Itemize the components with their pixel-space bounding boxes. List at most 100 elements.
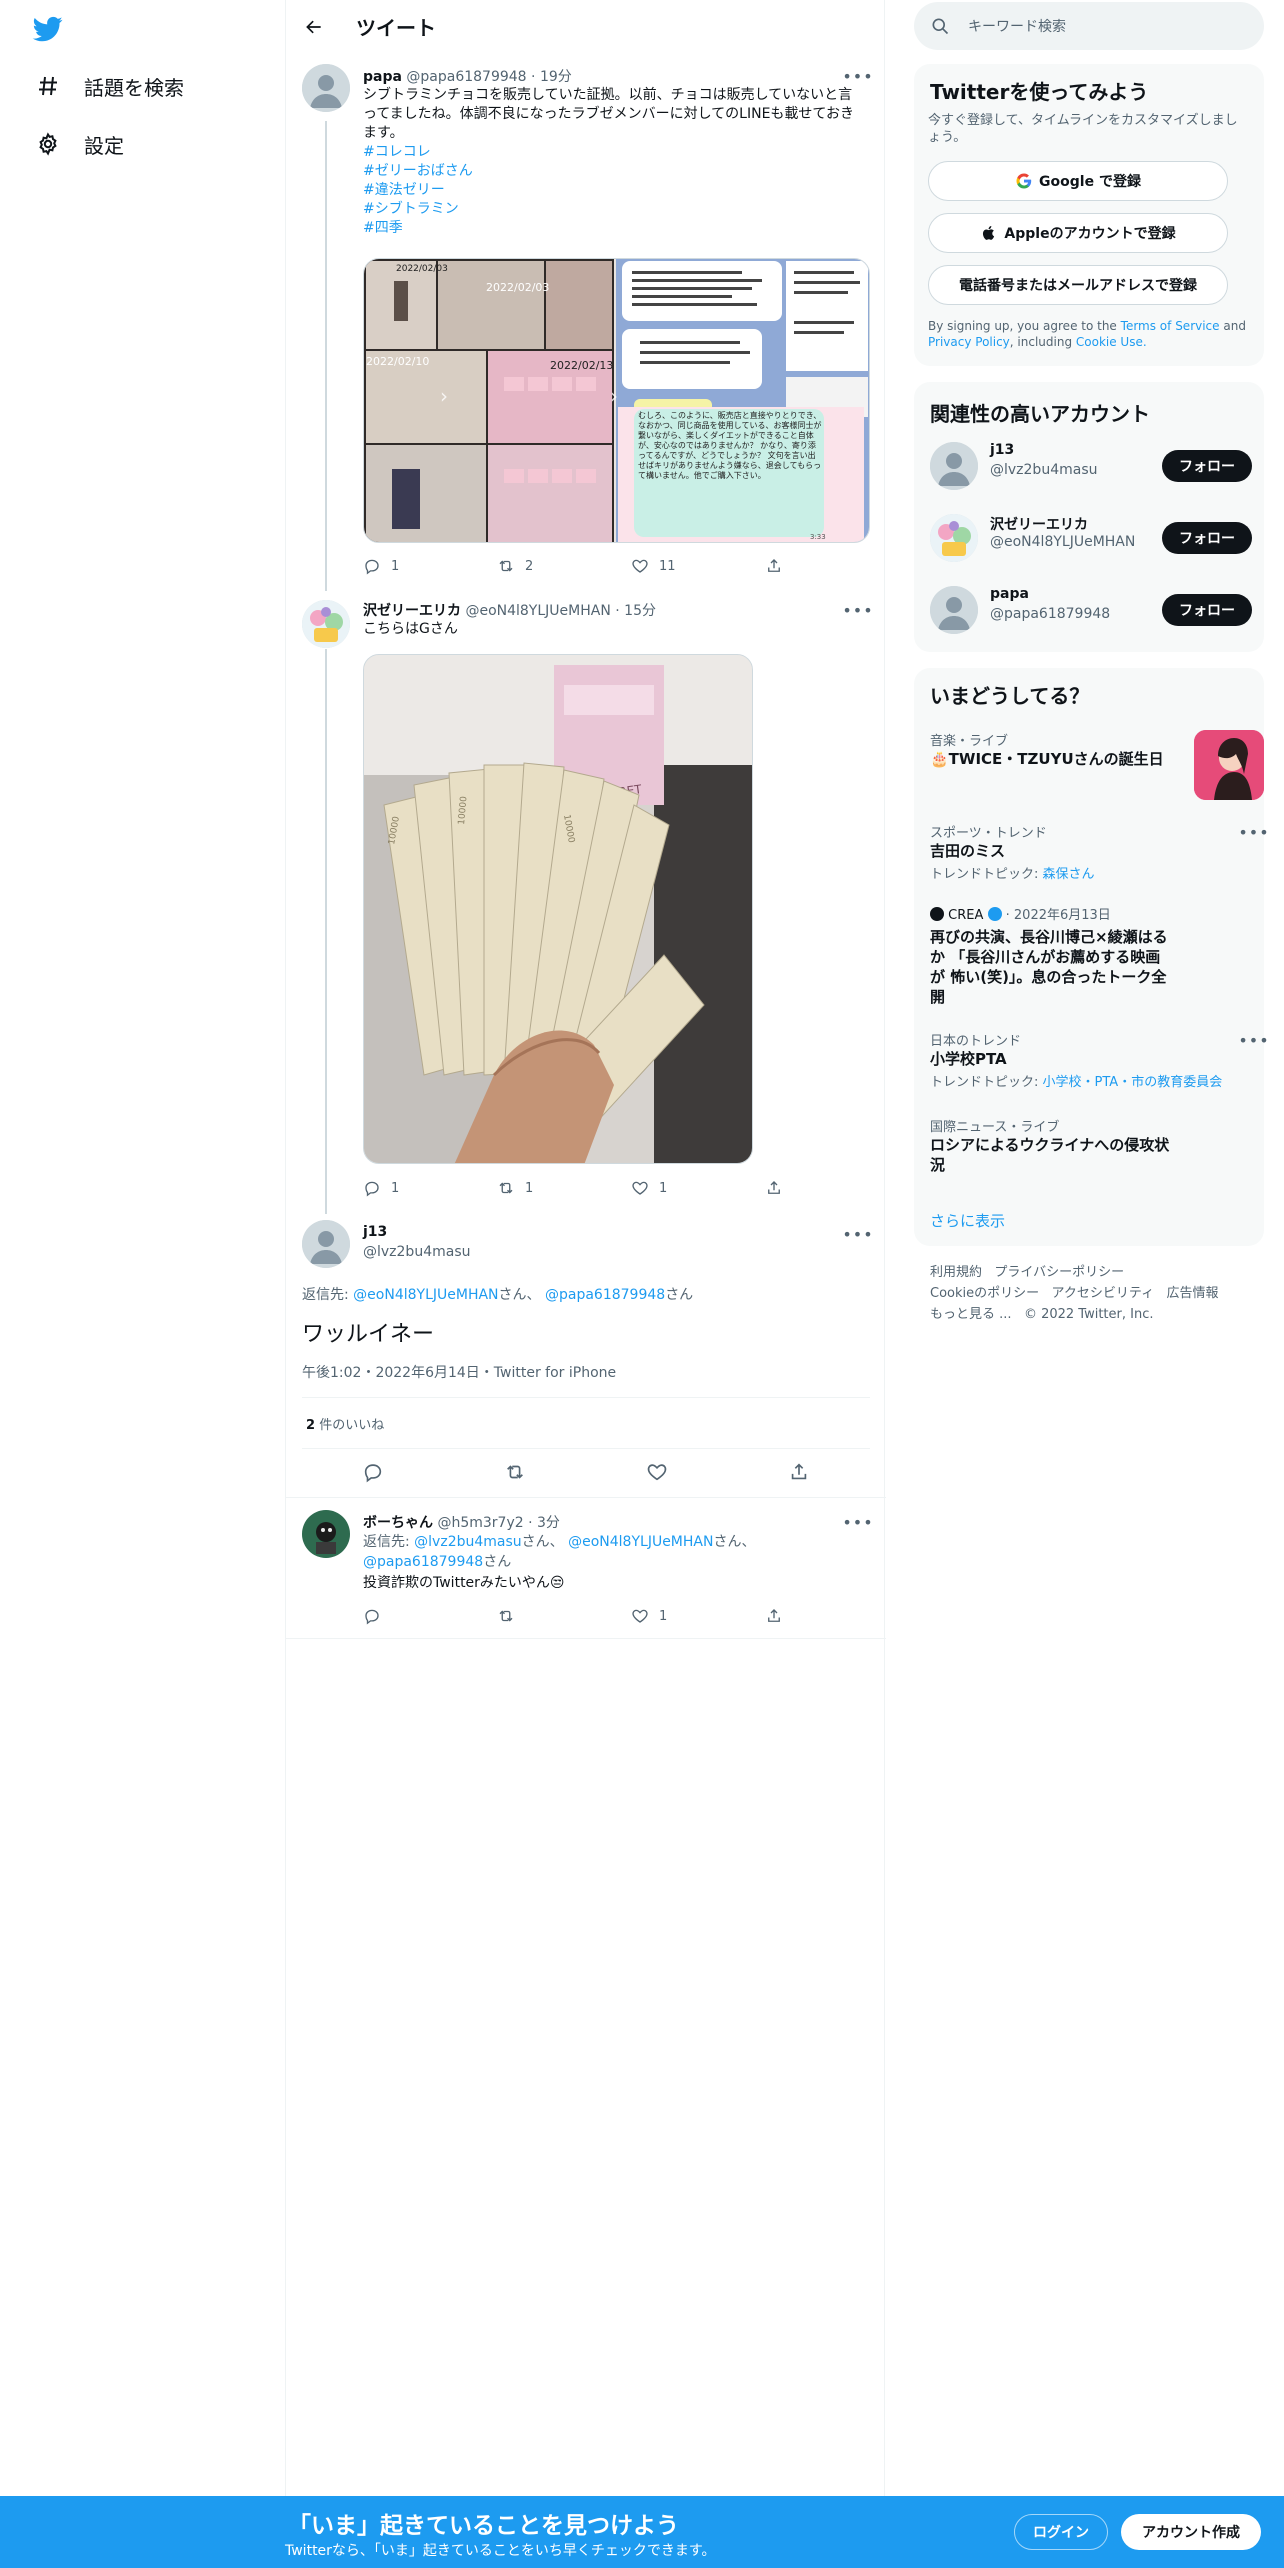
share-icon[interactable]: [788, 1461, 810, 1487]
privacy-link[interactable]: Privacy Policy: [928, 335, 1010, 349]
footer-cookie-link[interactable]: Cookieのポリシー: [930, 1286, 1039, 1301]
trend-topic-link[interactable]: 小学校・PTA・市の教育委員会: [1043, 1075, 1223, 1090]
avatar[interactable]: [930, 586, 978, 634]
author-handle[interactable]: @papa61879948: [406, 69, 526, 85]
author-name[interactable]: papa: [363, 69, 402, 85]
avatar[interactable]: [302, 64, 350, 112]
heart-icon[interactable]: [646, 1461, 668, 1487]
hashtag-link[interactable]: #違法ゼリー: [363, 181, 863, 200]
hashtag-link[interactable]: #四季: [363, 219, 863, 238]
more-options-icon[interactable]: •••: [842, 1512, 872, 1532]
retweet-icon: [499, 1610, 513, 1622]
trend-news-item[interactable]: CREA · 2022年6月13日 再びの共演、長谷川博己×綾瀬はるか 「長谷川…: [930, 904, 1250, 1007]
more-options-icon[interactable]: •••: [1238, 822, 1268, 842]
terms-link[interactable]: Terms of Service: [1121, 319, 1220, 333]
retweet-icon[interactable]: [504, 1461, 526, 1487]
trend-item[interactable]: スポーツ・トレンド 吉田のミス トレンドトピック: 森保さん •••: [930, 822, 1269, 883]
tweet-text-content: シブトラミンチョコを販売していた証拠。以前、チョコは販売していないと言ってました…: [363, 87, 855, 141]
like-button[interactable]: 1: [631, 1178, 691, 1198]
create-account-button[interactable]: アカウント作成: [1121, 2514, 1261, 2550]
mention-link[interactable]: @papa61879948: [545, 1287, 665, 1303]
trend-item[interactable]: 国際ニュース・ライブ ロシアによるウクライナへの侵攻状況: [930, 1116, 1250, 1175]
avatar[interactable]: [930, 442, 978, 490]
trend-item[interactable]: 音楽・ライブ 🎂TWICE・TZUYUさんの誕生日: [930, 730, 1264, 800]
nav-explore[interactable]: 話題を検索: [34, 66, 184, 106]
hashtag-link[interactable]: #ゼリーおばさん: [363, 162, 863, 181]
crea-logo-icon: [930, 907, 944, 921]
tweet-time[interactable]: 15分: [624, 603, 656, 619]
share-button[interactable]: [765, 556, 793, 576]
retweet-button[interactable]: 2: [497, 556, 557, 576]
tweet-meta[interactable]: 午後1:02・2022年6月14日・Twitter for iPhone: [302, 1362, 616, 1382]
reply-tweet[interactable]: ボーちゃん @h5m3r7y2 · 3分 ••• 返信先: @lvz2bu4ma…: [286, 1508, 886, 1638]
related-account[interactable]: 沢ゼリーエリカ @eoN4l8YLJUeMHAN フォロー: [930, 510, 1252, 566]
cookie-link[interactable]: Cookie Use.: [1076, 335, 1147, 349]
related-account[interactable]: papa @papa61879948 フォロー: [930, 582, 1252, 638]
author-handle[interactable]: @eoN4l8YLJUeMHAN: [465, 603, 610, 619]
twitter-bird-icon[interactable]: [30, 14, 66, 44]
follow-button[interactable]: フォロー: [1162, 450, 1252, 482]
tweet-image-grid[interactable]: 2022/02/03 2022/02/03 2022/02/10 2022/02…: [363, 258, 870, 543]
share-button[interactable]: [765, 1178, 793, 1198]
related-account[interactable]: j13 @lvz2bu4masu フォロー: [930, 438, 1252, 494]
avatar[interactable]: [302, 600, 350, 648]
likes-summary[interactable]: 2 件のいいね: [306, 1414, 384, 1433]
tweet-sawa-jelly[interactable]: 沢ゼリーエリカ @eoN4l8YLJUeMHAN · 15分 ••• こちらはG…: [286, 594, 886, 1214]
show-more-link[interactable]: さらに表示: [930, 1210, 1005, 1231]
login-button[interactable]: ログイン: [1014, 2514, 1108, 2550]
tweet-text: 投資詐欺のTwitterみたいやん😒: [363, 1575, 565, 1591]
like-button[interactable]: 11: [631, 556, 691, 576]
apple-signup-button[interactable]: Appleのアカウントで登録: [928, 213, 1228, 253]
reply-button[interactable]: [363, 1606, 423, 1626]
avatar[interactable]: [302, 1220, 350, 1268]
account-handle: @papa61879948: [990, 606, 1111, 622]
author-name[interactable]: 沢ゼリーエリカ: [363, 603, 461, 619]
trend-topic-link[interactable]: 森保さん: [1043, 867, 1095, 882]
tweet-actions: 1 1 1: [363, 1178, 793, 1198]
retweet-button[interactable]: 1: [497, 1178, 557, 1198]
mention-link[interactable]: @eoN4l8YLJUeMHAN: [568, 1534, 713, 1550]
mention-link[interactable]: @eoN4l8YLJUeMHAN: [353, 1287, 498, 1303]
reply-icon[interactable]: [362, 1461, 384, 1487]
mention-link[interactable]: @papa61879948: [363, 1554, 483, 1570]
trend-item[interactable]: 日本のトレンド 小学校PTA トレンドトピック: 小学校・PTA・市の教育委員会…: [930, 1030, 1269, 1091]
avatar[interactable]: [302, 1510, 350, 1558]
mention-link[interactable]: @lvz2bu4masu: [414, 1534, 521, 1550]
reply-button[interactable]: 1: [363, 1178, 423, 1198]
author-name[interactable]: j13: [363, 1224, 387, 1240]
related-title: 関連性の高いアカウント: [930, 402, 1150, 426]
avatar[interactable]: [930, 514, 978, 562]
footer-privacy-link[interactable]: プライバシーポリシー: [994, 1265, 1124, 1280]
hashtag-link[interactable]: #コレコレ: [363, 143, 863, 162]
footer-accessibility-link[interactable]: アクセシビリティ: [1052, 1286, 1155, 1301]
share-button[interactable]: [765, 1606, 793, 1626]
google-signup-button[interactable]: Google で登録: [928, 161, 1228, 201]
more-options-icon[interactable]: •••: [842, 600, 872, 620]
author-name[interactable]: ボーちゃん: [363, 1515, 433, 1531]
phone-email-signup-button[interactable]: 電話番号またはメールアドレスで登録: [928, 265, 1228, 305]
back-arrow-icon[interactable]: [296, 9, 332, 45]
more-options-icon[interactable]: •••: [842, 66, 872, 86]
tweet-time[interactable]: 3分: [537, 1515, 560, 1531]
hashtag-link[interactable]: #シブトラミン: [363, 200, 863, 219]
search-box[interactable]: キーワード検索: [914, 2, 1264, 50]
author-handle[interactable]: @h5m3r7y2: [437, 1515, 523, 1531]
nav-settings[interactable]: 設定: [34, 124, 124, 164]
author-handle[interactable]: @lvz2bu4masu: [363, 1244, 470, 1260]
reply-separator: さん: [483, 1554, 512, 1570]
retweet-button[interactable]: [497, 1606, 557, 1626]
tweet-image[interactable]: DETOXERET 100001000010000: [363, 654, 753, 1164]
reply-button[interactable]: 1: [363, 556, 423, 576]
follow-button[interactable]: フォロー: [1162, 522, 1252, 554]
footer-more-link[interactable]: もっと見る ...: [930, 1307, 1012, 1322]
like-button[interactable]: 1: [631, 1606, 691, 1626]
footer-terms-link[interactable]: 利用規約: [930, 1265, 982, 1280]
footer-ads-link[interactable]: 広告情報: [1167, 1286, 1219, 1301]
more-options-icon[interactable]: •••: [1238, 1030, 1268, 1050]
more-options-icon[interactable]: •••: [842, 1224, 872, 1244]
image-date-label: 2022/02/10: [366, 355, 429, 368]
tweet-time[interactable]: 19分: [540, 69, 572, 85]
search-input[interactable]: キーワード検索: [968, 16, 1066, 36]
tweet-papa[interactable]: papa @papa61879948 · 19分 ••• シブトラミンチョコを販…: [286, 62, 886, 582]
follow-button[interactable]: フォロー: [1162, 594, 1252, 626]
